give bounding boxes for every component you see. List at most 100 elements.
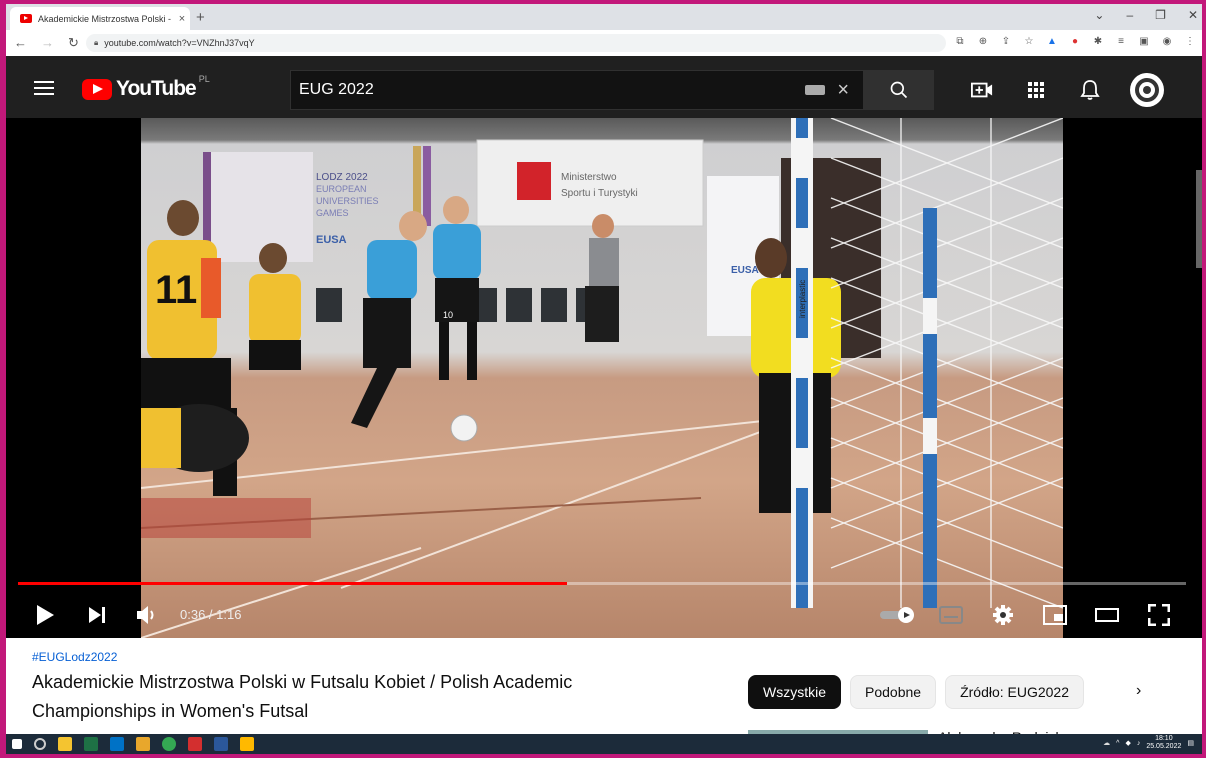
youtube-header: YouTube PL EUG 2022 × <box>6 56 1202 118</box>
settings-button[interactable] <box>988 600 1018 630</box>
menu-dots-icon[interactable]: ⋮ <box>1184 36 1196 48</box>
notifications-button[interactable] <box>1078 78 1102 102</box>
banner-ministry-line2: Sportu i Turystyki <box>561 188 638 199</box>
search-button[interactable] <box>864 70 934 110</box>
tab-title: Akademickie Mistrzostwa Polski - <box>38 13 172 24</box>
word-icon[interactable] <box>214 737 228 751</box>
zoom-icon[interactable]: ⊕ <box>977 36 989 48</box>
video-progress-bar[interactable] <box>18 582 1186 585</box>
ball <box>450 414 478 442</box>
account-avatar-icon <box>1135 78 1159 102</box>
search-input[interactable]: EUG 2022 × <box>290 70 864 110</box>
hamburger-menu-icon[interactable] <box>34 81 54 99</box>
video-info: #EUGLodz2022 Akademickie Mistrzostwa Pol… <box>6 638 1202 736</box>
clear-search-button[interactable]: × <box>837 79 849 102</box>
profile-icon[interactable]: ◉ <box>1161 36 1173 48</box>
share-icon[interactable]: ⇪ <box>1000 36 1012 48</box>
file-explorer-icon[interactable] <box>136 737 150 751</box>
windows-start-icon[interactable] <box>12 739 22 749</box>
next-button[interactable] <box>82 600 112 630</box>
post-text: interplastic <box>798 280 807 318</box>
onedrive-icon[interactable]: ☁ <box>1103 739 1110 747</box>
tray-chevron-icon[interactable]: ^ <box>1116 740 1119 747</box>
jersey-left-number: 11 <box>155 268 197 312</box>
theater-mode-icon <box>1095 608 1119 622</box>
forward-arrow-icon[interactable]: → <box>41 35 54 51</box>
fullscreen-button[interactable] <box>1144 600 1174 630</box>
autoplay-toggle-icon <box>880 607 914 623</box>
page-scrollbar[interactable] <box>1196 170 1202 268</box>
extensions-puzzle-icon[interactable]: ✱ <box>1092 36 1104 48</box>
player-blue-shooter <box>351 211 427 428</box>
time-separator: / <box>205 607 217 622</box>
chrome-icon[interactable] <box>162 737 176 751</box>
chip-bar: Wszystkie Podobne Źródło: EUG2022 <box>748 675 1085 709</box>
miniplayer-icon <box>1043 605 1067 625</box>
subtitles-button[interactable] <box>936 600 966 630</box>
play-button[interactable] <box>30 600 60 630</box>
chip-source[interactable]: Źródło: EUG2022 <box>945 675 1085 709</box>
time-current: 0:36 <box>180 607 206 622</box>
chip-next-chevron-icon[interactable]: › <box>1136 682 1141 700</box>
bell-icon <box>1080 80 1100 100</box>
excel-icon[interactable] <box>84 737 98 751</box>
autoplay-toggle[interactable] <box>878 600 918 630</box>
search-input-value: EUG 2022 <box>299 81 374 98</box>
address-bar-row: ← → ↻ 🔒︎ youtube.com/watch?v=VNZhnJ37vqY… <box>6 30 1202 57</box>
avatar[interactable] <box>1130 73 1164 107</box>
minimize-button[interactable]: – <box>1126 8 1133 22</box>
url-text: youtube.com/watch?v=VNZhnJ37vqY <box>104 38 255 48</box>
drive-extension-icon[interactable]: ▲ <box>1046 36 1058 48</box>
close-window-button[interactable]: ✕ <box>1188 8 1198 22</box>
url-bar[interactable]: 🔒︎ youtube.com/watch?v=VNZhnJ37vqY <box>86 34 946 52</box>
reload-icon[interactable]: ↻ <box>68 35 79 51</box>
volume-button[interactable] <box>132 600 162 630</box>
create-video-button[interactable] <box>970 78 994 102</box>
extension-red-icon[interactable]: ● <box>1069 36 1081 48</box>
video-progress-fill <box>18 582 567 585</box>
hashtag-link[interactable]: #EUGLodz2022 <box>32 650 117 664</box>
chip-all[interactable]: Wszystkie <box>748 675 841 709</box>
futsal-scene: LODZ 2022 EUROPEAN UNIVERSITIES GAMES EU… <box>141 118 1063 638</box>
tab-search-button[interactable]: ⌄ <box>1094 8 1104 22</box>
chip-related[interactable]: Podobne <box>850 675 937 709</box>
network-icon[interactable]: ◆ <box>1125 739 1130 747</box>
speaker-icon[interactable]: ♪ <box>1137 740 1141 747</box>
video-frame: LODZ 2022 EUROPEAN UNIVERSITIES GAMES EU… <box>141 118 1063 638</box>
browser-window: Akademickie Mistrzostwa Polski - × + ⌄ –… <box>6 4 1202 754</box>
notifications-tray-icon[interactable]: ▤ <box>1187 739 1194 747</box>
side-panel-icon[interactable]: ▣ <box>1138 36 1150 48</box>
miniplayer-button[interactable] <box>1040 600 1070 630</box>
file-app-icon[interactable] <box>240 737 254 751</box>
youtube-logo[interactable]: YouTube PL <box>82 74 210 101</box>
player-controls: 0:36 / 1:16 <box>6 592 1202 638</box>
theater-mode-button[interactable] <box>1092 600 1122 630</box>
taskbar-time: 18:10 <box>1155 735 1173 742</box>
browser-tab[interactable]: Akademickie Mistrzostwa Polski - × <box>10 7 190 30</box>
video-player[interactable]: LODZ 2022 EUROPEAN UNIVERSITIES GAMES EU… <box>6 118 1202 638</box>
taskbar-clock[interactable]: 18:10 25.05.2022 <box>1146 735 1181 751</box>
banner-lodz-line3: UNIVERSITIES <box>316 196 379 206</box>
restore-button[interactable]: ❐ <box>1155 8 1166 22</box>
reading-list-icon[interactable]: ≡ <box>1115 36 1127 48</box>
outlook-icon[interactable] <box>110 737 124 751</box>
subtitles-icon <box>939 606 963 624</box>
bookmark-star-icon[interactable]: ☆ <box>1023 36 1035 48</box>
extension-icons: ⧉ ⊕ ⇪ ☆ ▲ ● ✱ ≡ ▣ ◉ ⋮ <box>954 36 1196 48</box>
tab-close-button[interactable]: × <box>174 13 190 25</box>
banner-lodz-line4: GAMES <box>316 208 349 218</box>
banner-eusa: EUSA <box>316 234 347 246</box>
sticky-app-icon[interactable] <box>58 737 72 751</box>
gear-icon <box>993 605 1013 625</box>
banner-lodz-line1: LODZ 2022 <box>316 172 368 183</box>
apps-grid-button[interactable] <box>1024 78 1048 102</box>
new-tab-button[interactable]: + <box>196 9 205 26</box>
search-taskbar-icon[interactable] <box>34 738 46 750</box>
keyboard-icon[interactable] <box>805 85 826 95</box>
install-icon[interactable]: ⧉ <box>954 36 966 48</box>
banner-lodz-line2: EUROPEAN <box>316 184 367 194</box>
back-arrow-icon[interactable]: ← <box>14 35 27 51</box>
youtube-wordmark: YouTube <box>116 77 197 100</box>
video-camera-plus-icon <box>971 82 993 98</box>
acrobat-icon[interactable] <box>188 737 202 751</box>
